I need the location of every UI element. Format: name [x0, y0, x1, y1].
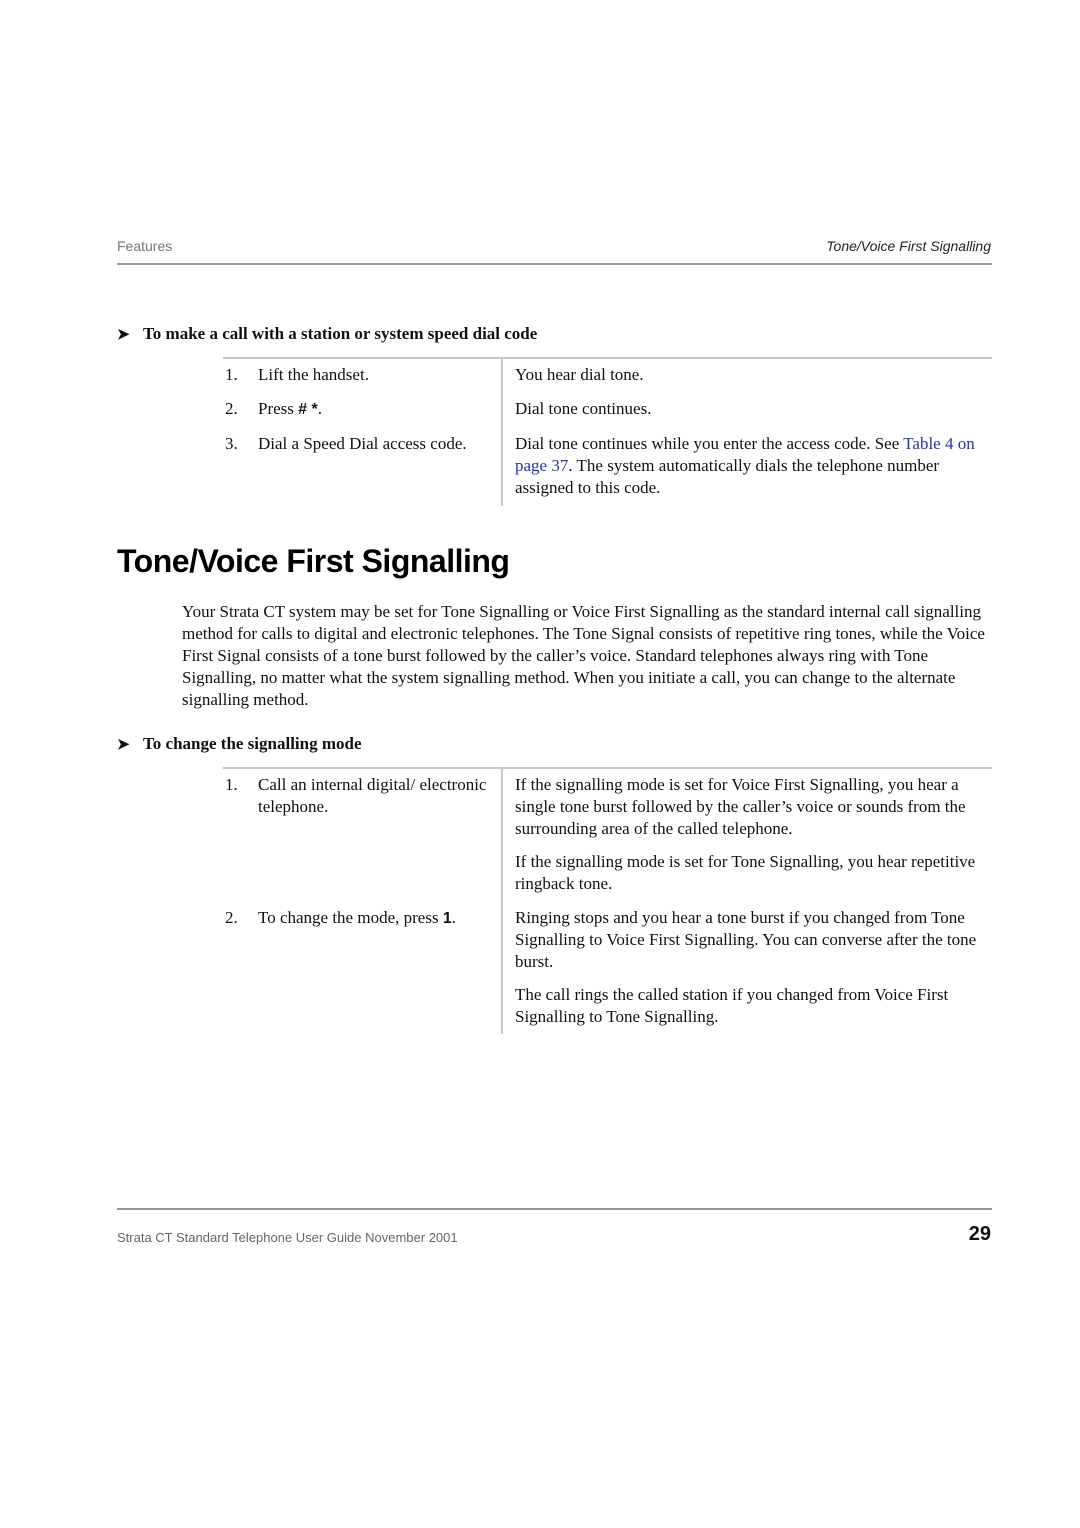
section-title: Tone/Voice First Signalling	[117, 543, 510, 579]
procedure-title: To make a call with a station or system …	[143, 324, 538, 343]
step-number: 2.	[225, 908, 238, 927]
header-section: Tone/Voice First Signalling	[826, 238, 991, 254]
step-result: If the signalling mode is set for Tone S…	[515, 852, 976, 893]
step-result: Dial tone continues.	[515, 399, 652, 418]
footer-divider	[117, 1208, 992, 1210]
table-row: 1. Lift the handset. You hear dial tone.	[223, 359, 992, 386]
table-row: 3. Dial a Speed Dial access code. Dial t…	[223, 421, 992, 499]
section-intro: Your Strata CT system may be set for Ton…	[182, 602, 985, 709]
table-row: 1. Call an internal digital/ electronic …	[223, 769, 992, 895]
step-result: Ringing stops and you hear a tone burst …	[515, 908, 977, 971]
step-result: If the signalling mode is set for Voice …	[515, 775, 966, 838]
table-row: 2. Press # *. Dial tone continues.	[223, 386, 992, 421]
right-arrowhead-icon: ➤	[117, 327, 130, 343]
step-number: 1.	[225, 775, 238, 794]
step-result: You hear dial tone.	[515, 365, 644, 384]
step-action: Call an internal digital/ electronic tel…	[258, 775, 487, 816]
step-action: Lift the handset.	[258, 365, 369, 384]
procedure-table-speed-dial: 1. Lift the handset. You hear dial tone.…	[223, 357, 992, 506]
key-1: 1	[442, 910, 452, 927]
step-number: 3.	[225, 434, 238, 453]
step-action: Press # *.	[258, 399, 322, 418]
procedure-heading-signalling-mode: ➤ To change the signalling mode	[117, 734, 362, 754]
table-row: 2. To change the mode, press 1. Ringing …	[223, 895, 992, 1028]
step-number: 1.	[225, 365, 238, 384]
header-divider	[117, 263, 992, 265]
key-hash-star: # *	[298, 401, 318, 418]
step-result: The call rings the called station if you…	[515, 985, 949, 1026]
footer-guide-title: Strata CT Standard Telephone User Guide …	[117, 1230, 458, 1245]
right-arrowhead-icon: ➤	[117, 737, 130, 753]
procedure-table-signalling-mode: 1. Call an internal digital/ electronic …	[223, 767, 992, 1034]
step-number: 2.	[225, 399, 238, 418]
step-result: Dial tone continues while you enter the …	[515, 434, 975, 497]
procedure-heading-speed-dial: ➤ To make a call with a station or system…	[117, 324, 537, 344]
step-action: Dial a Speed Dial access code.	[258, 434, 467, 453]
header-chapter: Features	[117, 238, 173, 254]
procedure-title: To change the signalling mode	[143, 734, 362, 753]
running-header: Features Tone/Voice First Signalling	[117, 238, 991, 258]
step-action: To change the mode, press 1.	[258, 908, 456, 927]
page-number: 29	[968, 1223, 991, 1245]
